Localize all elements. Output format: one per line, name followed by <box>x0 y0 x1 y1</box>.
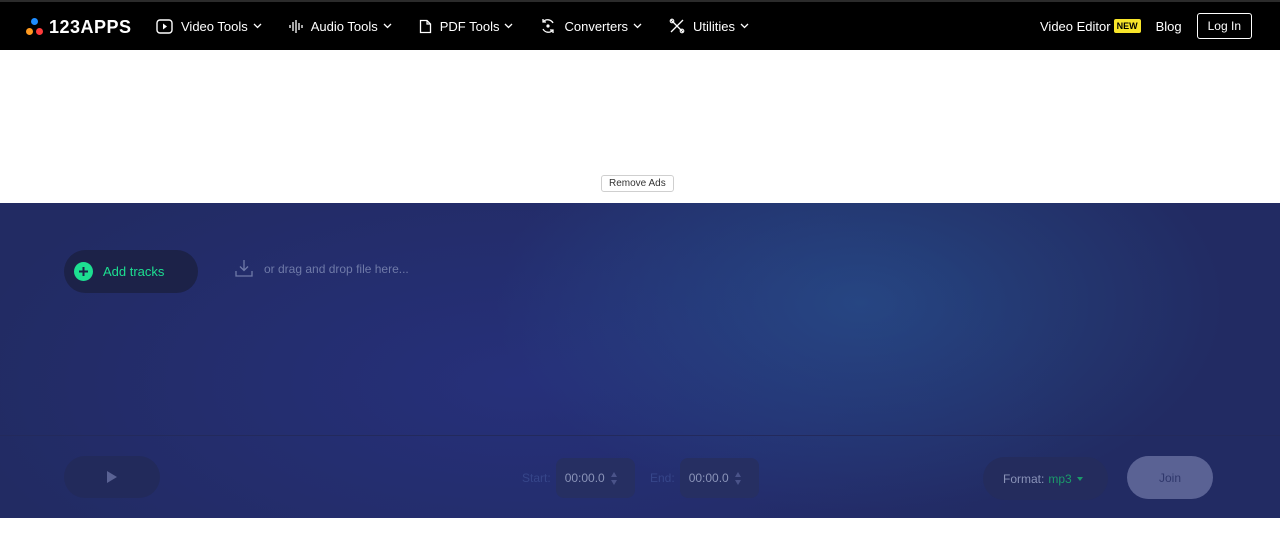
end-label: End: <box>650 471 675 485</box>
video-editor-label: Video Editor <box>1040 18 1111 34</box>
start-time-value: 00:00.0 <box>564 471 605 485</box>
convert-icon <box>542 19 555 33</box>
nav-converters-label: Converters <box>564 18 629 34</box>
page-footer-space <box>0 518 1280 534</box>
chevron-down-icon <box>633 23 642 29</box>
blog-link[interactable]: Blog <box>1156 19 1182 34</box>
nav-utilities-label: Utilities <box>693 18 735 34</box>
tools-icon <box>669 18 685 34</box>
chevron-down-icon <box>253 23 262 29</box>
chevron-down-icon <box>505 23 513 29</box>
download-icon <box>235 260 253 277</box>
nav-pdf-tools[interactable]: PDF Tools <box>419 19 514 34</box>
site-logo[interactable]: 123APPS <box>25 15 132 39</box>
chevron-down-icon <box>383 23 392 29</box>
document-icon <box>419 19 431 33</box>
divider <box>0 435 1280 436</box>
logo-text: 123APPS <box>49 16 132 37</box>
start-time-stepper[interactable] <box>610 471 617 485</box>
end-time-value: 00:00.0 <box>688 471 729 485</box>
nav-video-tools-label: Video Tools <box>181 18 248 34</box>
end-time-stepper[interactable] <box>734 471 741 485</box>
logo-icon <box>25 17 45 37</box>
format-label: Format: <box>1003 471 1045 486</box>
right-nav: Video Editor NEW Blog Log In <box>1040 2 1252 50</box>
video-editor-link[interactable]: Video Editor NEW <box>1040 19 1141 34</box>
end-time-group: End: 00:00.0 <box>650 458 759 498</box>
nav-video-tools[interactable]: Video Tools <box>156 19 262 34</box>
drop-zone[interactable]: or drag and drop file here... <box>234 259 409 278</box>
nav-audio-tools[interactable]: Audio Tools <box>289 19 392 34</box>
format-value: mp3 <box>1048 471 1072 486</box>
play-button[interactable] <box>64 456 160 498</box>
start-label: Start: <box>522 471 551 485</box>
nav-audio-tools-label: Audio Tools <box>310 18 378 34</box>
chevron-down-icon <box>740 23 749 29</box>
start-time-group: Start: 00:00.0 <box>522 458 635 498</box>
audio-joiner-panel: Add tracks or drag and drop file here...… <box>0 203 1280 518</box>
play-square-icon <box>156 18 173 34</box>
waveform-icon <box>289 19 303 33</box>
drop-zone-text: or drag and drop file here... <box>264 261 409 276</box>
nav-pdf-tools-label: PDF Tools <box>439 18 500 34</box>
start-time-input[interactable]: 00:00.0 <box>555 458 635 498</box>
add-tracks-button[interactable]: Add tracks <box>64 250 198 293</box>
remove-ads-button[interactable]: Remove Ads <box>601 175 674 192</box>
nav-utilities[interactable]: Utilities <box>669 18 749 34</box>
login-button[interactable]: Log In <box>1196 13 1252 39</box>
top-navigation-bar: 123APPS Video Tools Audio Tools PDF Tool… <box>0 0 1280 50</box>
play-icon <box>107 471 117 483</box>
end-time-input[interactable]: 00:00.0 <box>679 458 759 498</box>
plus-icon <box>74 262 93 281</box>
format-select[interactable]: Format: mp3 <box>983 457 1108 500</box>
nav-converters[interactable]: Converters <box>540 18 642 34</box>
join-button[interactable]: Join <box>1127 456 1213 499</box>
add-tracks-label: Add tracks <box>103 264 165 279</box>
new-badge: NEW <box>1113 19 1141 33</box>
caret-down-icon <box>1076 476 1083 481</box>
main-nav: Video Tools Audio Tools PDF Tools Conver… <box>156 2 776 50</box>
